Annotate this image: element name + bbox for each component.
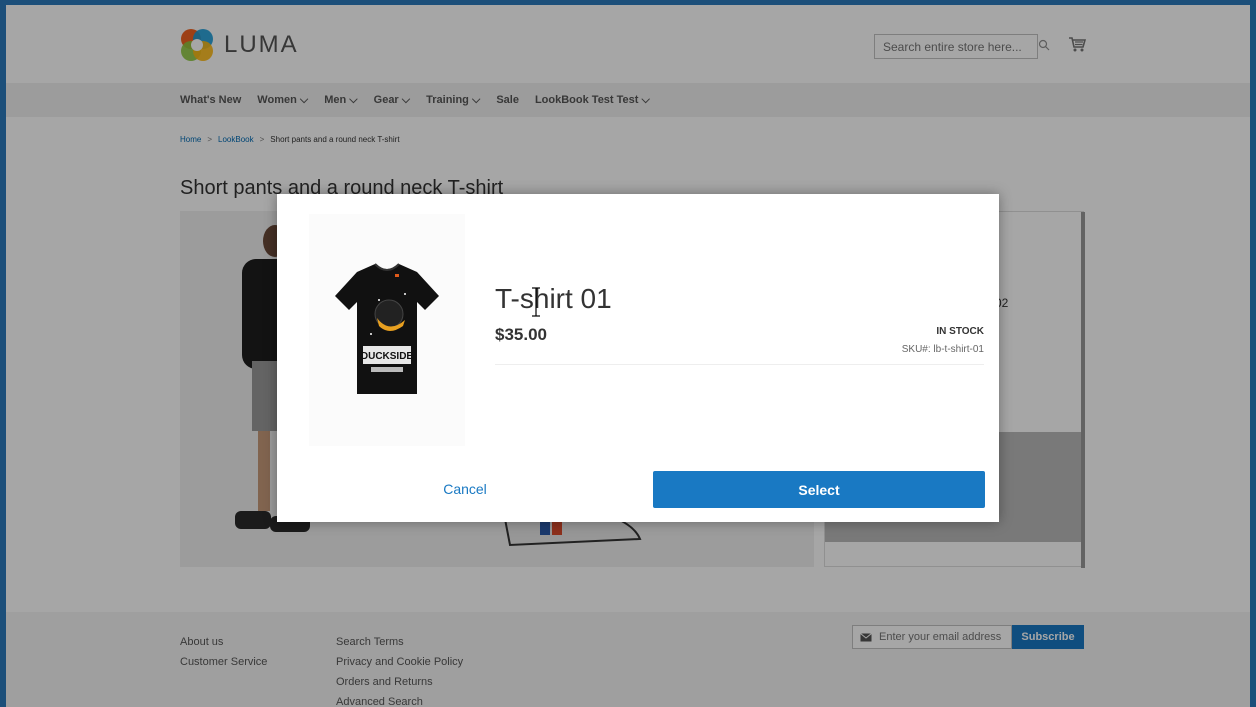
- select-button[interactable]: Select: [653, 471, 985, 508]
- text-cursor-icon: [532, 287, 540, 317]
- browser-viewport: LUMA What's New Women ⌵ Men ⌵ Gear ⌵ Tra…: [6, 5, 1250, 707]
- product-sku: SKU#: lb-t-shirt-01: [902, 344, 984, 355]
- tshirt-print-text: DUCKSIDE: [361, 351, 414, 362]
- modal-divider: [495, 364, 984, 365]
- tshirt-image: DUCKSIDE: [335, 263, 439, 394]
- product-select-modal: DUCKSIDE T-shirt 01 $35.00 IN STOCK SKU#…: [277, 194, 999, 522]
- product-image: DUCKSIDE: [309, 214, 465, 446]
- product-name: T-shirt 01: [495, 283, 612, 314]
- product-price: $35.00: [495, 325, 547, 344]
- sku-value: lb-t-shirt-01: [933, 344, 984, 355]
- stock-status: IN STOCK: [936, 326, 984, 337]
- cancel-button[interactable]: Cancel: [405, 481, 525, 497]
- sku-label: SKU#:: [901, 344, 931, 355]
